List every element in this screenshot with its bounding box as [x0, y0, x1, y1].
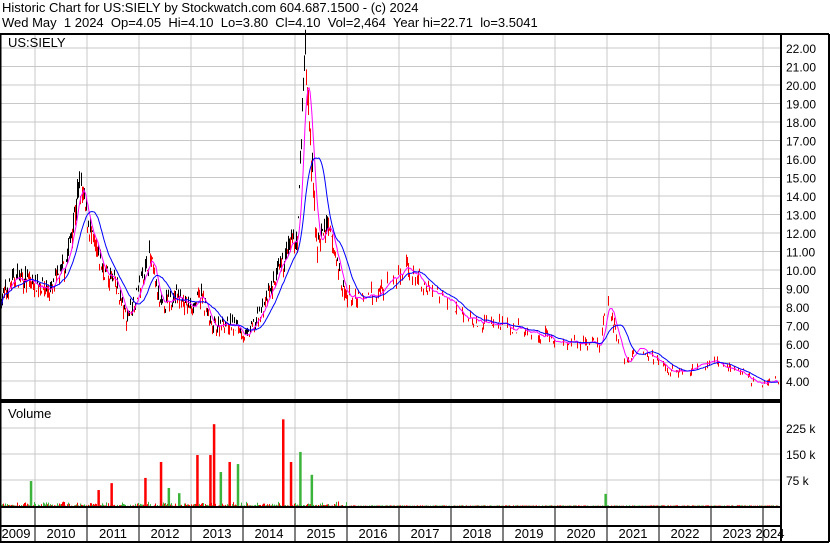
volume-tick: 225 k [786, 422, 816, 436]
price-tick: 6.00 [786, 338, 810, 352]
year-tick: 2018 [463, 526, 492, 541]
volume-spike [236, 464, 240, 506]
price-tick: 11.00 [786, 246, 815, 260]
volume-tick: 75 k [786, 474, 810, 488]
volume-spike [178, 493, 181, 506]
year-tick: 2014 [255, 526, 284, 541]
volume-spike [144, 477, 147, 506]
volume-spike [110, 483, 113, 506]
price-tick: 21.00 [786, 61, 816, 75]
year-tick: 2010 [47, 526, 76, 541]
price-tick: 5.00 [786, 357, 810, 371]
year-tick: 2019 [515, 526, 544, 541]
volume-spike [209, 455, 212, 506]
price-tick: 14.00 [786, 190, 816, 204]
year-tick: 2015 [307, 526, 336, 541]
volume-spike [219, 472, 223, 506]
year-tick: 2011 [99, 526, 127, 541]
year-tick: 2012 [151, 526, 180, 541]
year-tick: 2016 [359, 526, 388, 541]
price-tick: 22.00 [786, 42, 816, 56]
stock-chart: US:SIELY Volume 22.00 21.00 20.00 19.00 18.0… [0, 29, 830, 543]
volume-spike [604, 493, 607, 506]
volume-tick: 150 k [786, 448, 816, 462]
volume-spike [299, 451, 302, 506]
price-tick: 8.00 [786, 301, 810, 315]
price-tick: 13.00 [786, 209, 816, 223]
year-tick: 2023 [723, 526, 752, 541]
year-tick: 2021 [619, 526, 648, 541]
price-tick: 17.00 [786, 135, 816, 149]
price-tick: 20.00 [786, 79, 816, 93]
price-tick: 10.00 [786, 264, 816, 278]
symbol-label: US:SIELY [8, 35, 66, 50]
price-tick: 4.00 [786, 375, 810, 389]
price-tick: 18.00 [786, 116, 816, 130]
volume-spike [228, 461, 231, 506]
price-tick: 15.00 [786, 172, 816, 186]
year-tick: 2017 [411, 526, 440, 541]
volume-label: Volume [8, 406, 51, 421]
year-tick: 2022 [671, 526, 700, 541]
price-tick: 12.00 [786, 227, 816, 241]
price-tick: 19.00 [786, 98, 816, 112]
volume-spike [212, 424, 216, 506]
volume-spike [29, 481, 33, 506]
volume-spike [159, 461, 163, 506]
year-tick: 2013 [203, 526, 232, 541]
year-tick: 2020 [567, 526, 596, 541]
volume-spike [167, 487, 171, 506]
price-tick: 9.00 [786, 283, 810, 297]
volume-spike [289, 461, 293, 506]
volume-spike [310, 474, 314, 506]
price-tick: 16.00 [786, 153, 816, 167]
volume-spike [282, 419, 285, 506]
volume-spike [196, 455, 199, 506]
year-tick: 2024 [756, 526, 785, 541]
volume-spike [97, 490, 100, 506]
year-tick: 2009 [2, 526, 31, 541]
price-tick: 7.00 [786, 320, 810, 334]
short-ma-line [0, 86, 779, 384]
